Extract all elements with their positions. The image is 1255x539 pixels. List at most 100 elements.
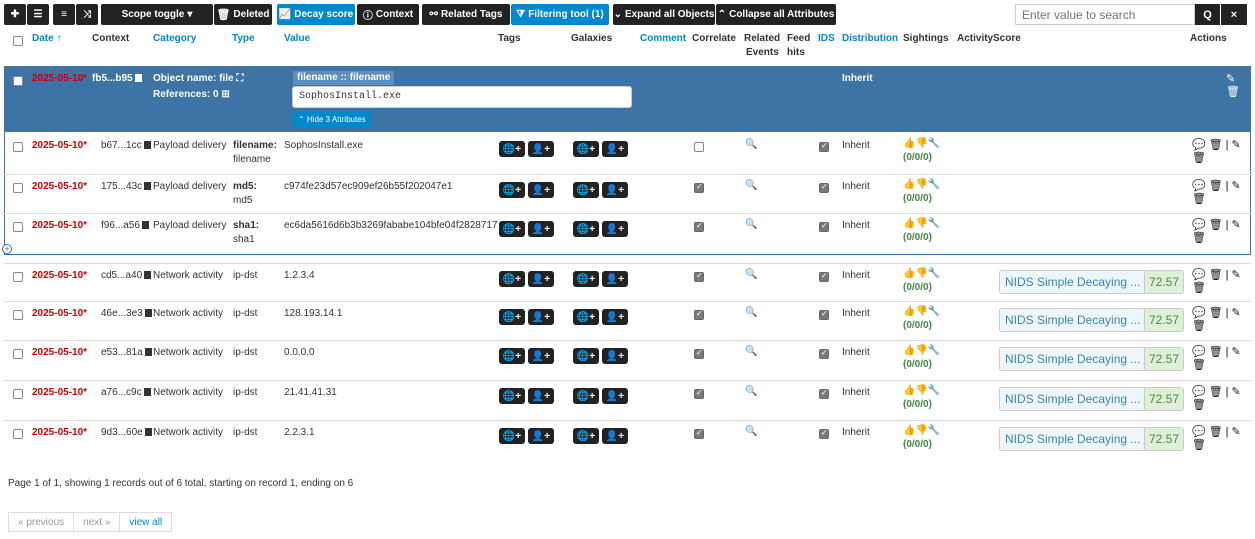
- copy-icon[interactable]: [144, 428, 152, 436]
- wrench-icon[interactable]: 🔧: [928, 385, 940, 396]
- correlate-checkbox[interactable]: [694, 348, 704, 359]
- thumbs-up-icon[interactable]: 👍: [903, 425, 915, 436]
- decay-score-badge[interactable]: NIDS Simple Decaying ... 72.57: [999, 427, 1185, 451]
- add-tag-button[interactable]: 🌐+: [499, 309, 525, 325]
- add-tag-button[interactable]: 🌐+: [499, 141, 525, 157]
- row-value[interactable]: c974fe23d57ec909ef26b55f202047e1: [284, 180, 453, 194]
- add-object-icon[interactable]: +: [2, 244, 12, 254]
- add-galaxy-button[interactable]: 🌐+: [573, 388, 599, 404]
- header-category[interactable]: Category: [153, 33, 196, 45]
- add-local-galaxy-button[interactable]: 👤+: [602, 141, 628, 157]
- header-type[interactable]: Type: [232, 33, 255, 45]
- decay-score-badge[interactable]: NIDS Simple Decaying ... 72.57: [999, 387, 1185, 411]
- header-value[interactable]: Value: [284, 33, 310, 45]
- correlate-checkbox[interactable]: [694, 271, 704, 282]
- copy-icon[interactable]: [141, 221, 149, 229]
- add-tag-button[interactable]: 🌐+: [499, 388, 525, 404]
- add-local-galaxy-button[interactable]: 👤+: [602, 271, 628, 287]
- wrench-icon[interactable]: 🔧: [928, 218, 940, 229]
- scope-toggle-button[interactable]: Scope toggle ▾: [101, 4, 213, 25]
- correlate-checkbox[interactable]: [694, 428, 704, 439]
- thumbs-down-icon[interactable]: 👎: [915, 179, 927, 190]
- header-date[interactable]: Date ↑: [32, 33, 61, 45]
- thumbs-up-icon[interactable]: 👍: [903, 345, 915, 356]
- add-local-tag-button[interactable]: 👤+: [528, 348, 554, 364]
- wrench-icon[interactable]: 🔧: [928, 179, 940, 190]
- row-actions[interactable]: 💬🗑|✎🗑: [1192, 268, 1251, 294]
- add-local-galaxy-button[interactable]: 👤+: [602, 309, 628, 325]
- add-local-tag-button[interactable]: 👤+: [528, 182, 554, 198]
- add-tag-button[interactable]: 🌐+: [499, 182, 525, 198]
- thumbs-up-icon[interactable]: 👍: [903, 385, 915, 396]
- add-tag-button[interactable]: 🌐+: [499, 221, 525, 237]
- decay-score-badge[interactable]: NIDS Simple Decaying ... 72.57: [999, 308, 1185, 332]
- context-button[interactable]: ⓘ Context: [357, 4, 419, 25]
- add-tag-button[interactable]: 🌐+: [499, 271, 525, 287]
- row-checkbox[interactable]: [13, 142, 23, 152]
- add-local-galaxy-button[interactable]: 👤+: [602, 428, 628, 444]
- header-comment[interactable]: Comment: [640, 33, 686, 45]
- add-galaxy-button[interactable]: 🌐+: [573, 182, 599, 198]
- row-value[interactable]: 1.2.3.4: [284, 269, 315, 283]
- row-actions[interactable]: 💬🗑|✎🗑: [1192, 306, 1251, 332]
- wrench-icon[interactable]: 🔧: [928, 306, 940, 317]
- related-events-search-icon[interactable]: 🔍: [745, 268, 757, 282]
- object-checkbox[interactable]: [13, 76, 23, 86]
- ids-checkbox[interactable]: [819, 182, 829, 193]
- thumbs-up-icon[interactable]: 👍: [903, 218, 915, 229]
- expand-icon[interactable]: ⛶: [236, 73, 243, 84]
- add-local-galaxy-button[interactable]: 👤+: [602, 388, 628, 404]
- thumbs-up-icon[interactable]: 👍: [903, 179, 915, 190]
- ids-checkbox[interactable]: [819, 141, 829, 152]
- related-events-search-icon[interactable]: 🔍: [745, 385, 757, 399]
- row-checkbox[interactable]: [13, 349, 23, 359]
- row-checkbox[interactable]: [13, 429, 23, 439]
- clear-search-button[interactable]: ×: [1221, 4, 1247, 25]
- row-actions[interactable]: 💬🗑|✎🗑: [1192, 218, 1251, 244]
- thumbs-down-icon[interactable]: 👎: [915, 268, 927, 279]
- add-local-tag-button[interactable]: 👤+: [528, 309, 554, 325]
- thumbs-down-icon[interactable]: 👎: [915, 345, 927, 356]
- copy-icon[interactable]: [144, 348, 152, 356]
- shuffle-button[interactable]: ⤨: [76, 4, 98, 25]
- row-value[interactable]: 0.0.0.0: [284, 346, 315, 360]
- row-actions[interactable]: 💬🗑|✎🗑: [1192, 345, 1251, 371]
- correlate-checkbox[interactable]: [694, 142, 704, 152]
- object-actions[interactable]: ✎🗑: [1226, 72, 1251, 98]
- list-view-button[interactable]: ☰: [27, 4, 49, 25]
- copy-icon[interactable]: [143, 141, 151, 149]
- copy-icon[interactable]: [144, 271, 152, 279]
- row-actions[interactable]: 💬🗑|✎🗑: [1192, 385, 1251, 411]
- ids-checkbox[interactable]: [819, 388, 829, 399]
- decay-score-badge[interactable]: NIDS Simple Decaying ... 72.57: [999, 347, 1185, 371]
- wrench-icon[interactable]: 🔧: [928, 268, 940, 279]
- row-checkbox[interactable]: [13, 222, 23, 232]
- search-button[interactable]: Q: [1195, 4, 1220, 25]
- add-galaxy-button[interactable]: 🌐+: [573, 348, 599, 364]
- copy-icon[interactable]: [144, 309, 152, 317]
- related-tags-button[interactable]: ⚯ Related Tags: [422, 4, 510, 25]
- thumbs-up-icon[interactable]: 👍: [903, 138, 915, 149]
- deleted-button[interactable]: 🗑 Deleted: [214, 4, 272, 25]
- row-actions[interactable]: 💬🗑|✎🗑: [1192, 138, 1251, 164]
- correlate-checkbox[interactable]: [694, 309, 704, 320]
- related-events-search-icon[interactable]: 🔍: [745, 138, 757, 152]
- thumbs-down-icon[interactable]: 👎: [915, 138, 927, 149]
- correlate-checkbox[interactable]: [694, 182, 704, 193]
- hide-attributes-button[interactable]: ⌃ Hide 3 Attributes: [293, 112, 371, 128]
- thumbs-up-icon[interactable]: 👍: [903, 268, 915, 279]
- row-value[interactable]: SophosInstall.exe: [284, 139, 363, 153]
- row-checkbox[interactable]: [13, 389, 23, 399]
- add-local-tag-button[interactable]: 👤+: [528, 388, 554, 404]
- copy-icon[interactable]: [134, 74, 142, 82]
- decay-score-button[interactable]: 📈 Decay score: [277, 4, 355, 25]
- header-distribution[interactable]: Distribution: [842, 33, 898, 45]
- view-all-link[interactable]: view all: [120, 513, 171, 531]
- copy-icon[interactable]: [144, 182, 152, 190]
- filtering-tool-button[interactable]: ⧩ Filtering tool (1): [511, 4, 609, 25]
- add-galaxy-button[interactable]: 🌐+: [573, 271, 599, 287]
- row-actions[interactable]: 💬🗑|✎🗑: [1192, 179, 1251, 205]
- copy-icon[interactable]: [143, 388, 151, 396]
- related-events-search-icon[interactable]: 🔍: [745, 218, 757, 232]
- previous-page-link[interactable]: « previous: [9, 513, 75, 531]
